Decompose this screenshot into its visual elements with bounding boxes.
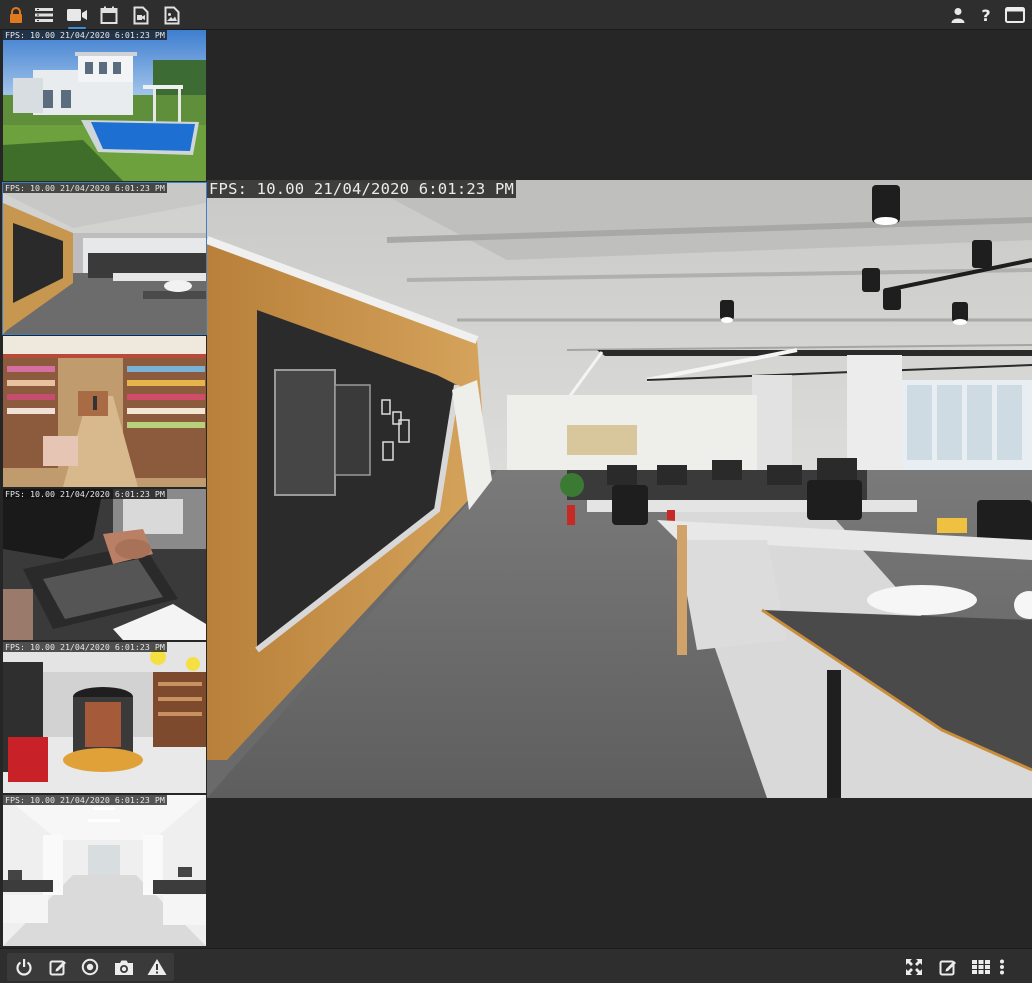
bottom-toolbar [0,948,1032,983]
tile-osd: FPS: 10.00 21/04/2020 6:01:23 PM [3,489,167,499]
lock-icon[interactable] [4,3,28,27]
camera-feed-store-aisles [3,336,206,487]
camera-feed-showroom [3,642,206,793]
edit-icon[interactable] [935,954,961,980]
tile-osd: FPS: 10.00 21/04/2020 6:01:23 PM [3,30,167,40]
list-icon[interactable] [32,3,56,27]
fullscreen-icon[interactable] [901,954,927,980]
top-toolbar: ? [0,0,1032,30]
power-icon[interactable] [11,954,37,980]
camera-feed-villa-pool [3,30,206,181]
camera-feed-white-office [3,795,206,946]
video-file-icon[interactable] [129,3,153,27]
camera-tile-2[interactable]: FPS: 10.00 21/04/2020 6:01:23 PM [2,182,207,335]
camera-tile-6[interactable]: FPS: 10.00 21/04/2020 6:01:23 PM [3,795,206,946]
tile-osd: FPS: 10.00 21/04/2020 6:01:23 PM [3,183,167,193]
help-label: ? [981,5,991,25]
window-icon[interactable] [1003,3,1027,27]
main-viewer: FPS: 10.00 21/04/2020 6:01:23 PM [207,30,1032,948]
user-icon[interactable] [946,3,970,27]
help-icon[interactable]: ? [974,3,998,27]
playback-controls [7,953,174,981]
edit-icon[interactable] [45,954,71,980]
tile-osd: FPS: 10.00 21/04/2020 6:01:23 PM [3,795,167,805]
camera-feed-office-corridor [3,183,206,334]
camera-tile-3[interactable] [3,336,206,487]
camera-tile-4[interactable]: FPS: 10.00 21/04/2020 6:01:23 PM [3,489,206,640]
camera-icon[interactable] [111,954,137,980]
camera-tile-1[interactable]: FPS: 10.00 21/04/2020 6:01:23 PM [3,30,206,181]
tile-osd: FPS: 10.00 21/04/2020 6:01:23 PM [3,642,167,652]
camera-feed-cash-register [3,489,206,640]
more-vertical-icon[interactable] [995,954,1009,980]
camera-tile-strip: FPS: 10.00 21/04/2020 6:01:23 PM FPS: 10… [0,30,207,948]
record-icon[interactable] [77,954,103,980]
calendar-icon[interactable] [97,3,121,27]
main-camera-view[interactable]: FPS: 10.00 21/04/2020 6:01:23 PM [207,180,1032,798]
camera-tile-5[interactable]: FPS: 10.00 21/04/2020 6:01:23 PM [3,642,206,793]
video-camera-icon[interactable] [65,3,89,29]
vms-app: ? FPS: 10.00 21/04/2020 6:01:23 PM FPS: … [0,0,1032,983]
camera-feed-office-corridor-large [207,180,1032,798]
grid-icon[interactable] [968,954,994,980]
main-view-osd: FPS: 10.00 21/04/2020 6:01:23 PM [207,180,517,198]
warning-icon[interactable] [144,954,170,980]
image-file-icon[interactable] [160,3,184,27]
